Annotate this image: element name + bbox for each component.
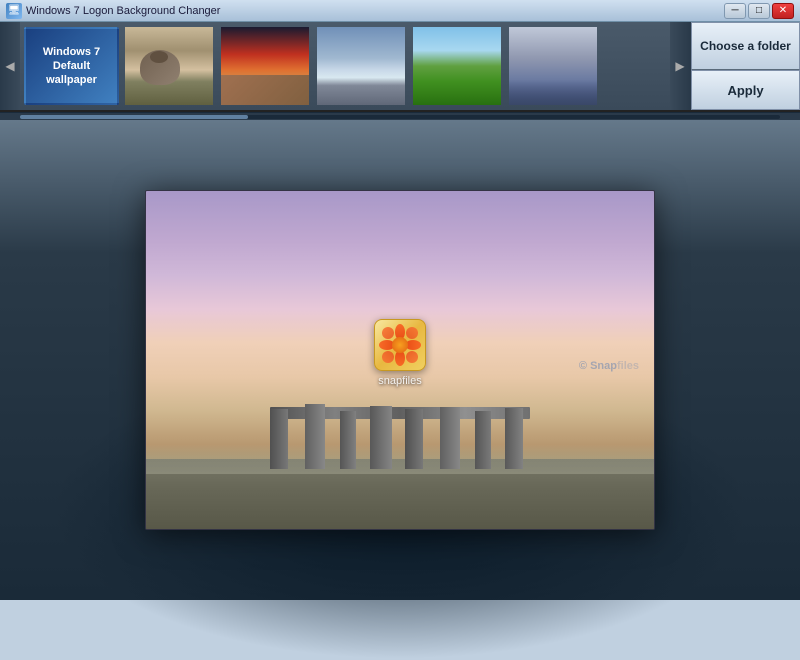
thumbnail-1[interactable]	[123, 25, 215, 107]
default-wp-label: Windows 7Defaultwallpaper	[43, 45, 100, 88]
choose-folder-button[interactable]: Choose a folder	[691, 22, 800, 70]
thumb-image-1	[125, 27, 213, 105]
scrollbar-thumb[interactable]	[20, 115, 248, 119]
window-title: Windows 7 Logon Background Changer	[26, 5, 724, 17]
window-content: ◀ Windows 7Defaultwallpaper	[0, 22, 800, 600]
app-icon: 🖥	[6, 3, 22, 19]
thumbnail-5[interactable]	[507, 25, 599, 107]
preview-area: © Snapfiles	[0, 120, 800, 600]
thumbnail-4[interactable]	[411, 25, 503, 107]
preview-frame: © Snapfiles	[145, 190, 655, 530]
top-panel: ◀ Windows 7Defaultwallpaper	[0, 22, 800, 112]
preview-background: © Snapfiles	[146, 191, 654, 529]
login-icon-container: snapfiles	[374, 319, 426, 387]
right-sidebar: Choose a folder Apply Settings	[690, 22, 800, 110]
thumbnail-scrollbar	[0, 112, 800, 120]
thumb-image-3	[317, 27, 405, 105]
login-icon-box	[374, 319, 426, 371]
thumb-image-2	[221, 27, 309, 105]
watermark: © Snapfiles	[579, 353, 639, 374]
title-bar: 🖥 Windows 7 Logon Background Changer ─ □…	[0, 0, 800, 22]
window-controls: ─ □ ✕	[724, 3, 794, 19]
scroll-right-button[interactable]: ▶	[670, 22, 690, 110]
maximize-button[interactable]: □	[748, 3, 770, 19]
thumb-image-5	[509, 27, 597, 105]
apply-button[interactable]: Apply	[691, 70, 800, 110]
scrollbar-track[interactable]	[20, 115, 780, 119]
thumbnail-area: ◀ Windows 7Defaultwallpaper	[0, 22, 690, 110]
thumbnail-2[interactable]	[219, 25, 311, 107]
thumbnail-3[interactable]	[315, 25, 407, 107]
thumbnails-list: Windows 7Defaultwallpaper	[20, 22, 670, 110]
thumbnail-default[interactable]: Windows 7Defaultwallpaper	[24, 27, 119, 105]
flower-center	[392, 337, 408, 353]
close-button[interactable]: ✕	[772, 3, 794, 19]
thumb-image-4	[413, 27, 501, 105]
login-label: snapfiles	[378, 375, 421, 387]
minimize-button[interactable]: ─	[724, 3, 746, 19]
scroll-left-button[interactable]: ◀	[0, 22, 20, 110]
